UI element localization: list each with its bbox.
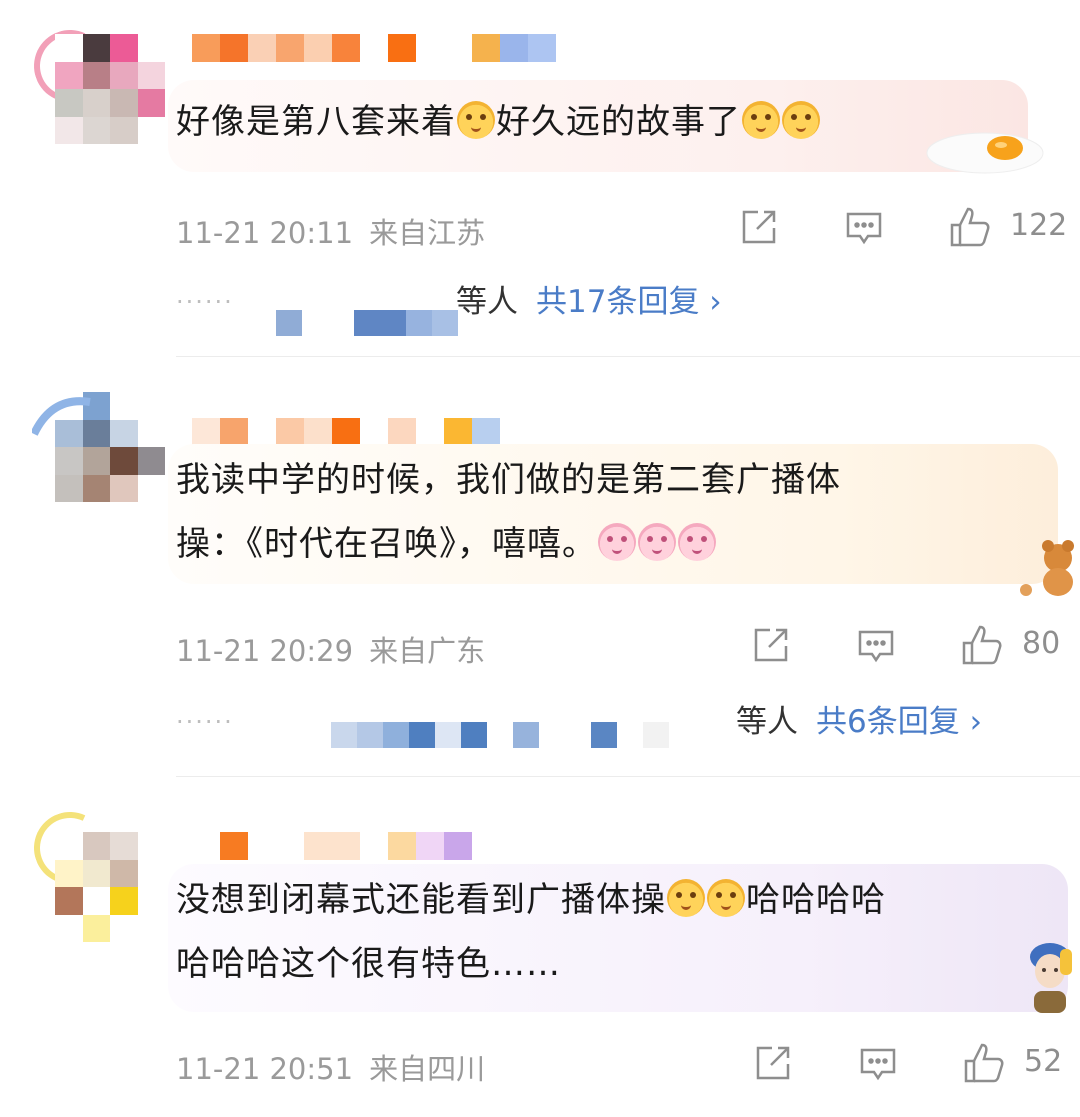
comment-location: 来自四川: [369, 1052, 486, 1086]
avatar[interactable]: [55, 832, 165, 942]
repost-icon[interactable]: [750, 626, 790, 670]
comment-text: 我读中学的时候，我们做的是第二套广播体 操：《时代在召唤》，嘻嘻。: [176, 448, 841, 576]
username-blurred[interactable]: [192, 418, 500, 446]
comment-text-part: 好像是第八套来着: [176, 102, 456, 142]
cat-emoji-icon: [667, 879, 705, 917]
cat-emoji-icon: [782, 101, 820, 139]
cat-emoji-icon: [457, 101, 495, 139]
avatar[interactable]: [55, 34, 165, 144]
reply-dots: ······: [176, 708, 234, 736]
comment-text-line: 没想到闭幕式还能看到广播体操 哈哈哈哈: [176, 868, 886, 932]
reply-users-suffix: 等人: [456, 284, 518, 320]
comment-text: 没想到闭幕式还能看到广播体操 哈哈哈哈 哈哈哈这个很有特色……: [176, 868, 886, 996]
reply-suffix: 等人 共17条回复 ›: [456, 276, 722, 321]
like-icon[interactable]: [960, 623, 1004, 671]
reply-suffix: 等人 共6条回复 ›: [736, 696, 982, 741]
comment-location: 来自广东: [369, 634, 486, 668]
comment-time: 11-21 20:11: [176, 216, 354, 250]
comment-meta: 11-21 20:29 来自广东: [176, 628, 485, 670]
comment-text-line-2: 哈哈哈这个很有特色……: [176, 944, 561, 984]
comment-text-part: 没想到闭幕式还能看到广播体操: [176, 880, 666, 920]
pig-emoji-icon: [598, 523, 636, 561]
reply-summary[interactable]: ······ 等人 共17条回复 ›: [176, 276, 1056, 336]
comment-text-line: 我读中学的时候，我们做的是第二套广播体: [176, 460, 841, 500]
avatar-frame-decoration: [30, 396, 92, 440]
pig-emoji-icon: [678, 523, 716, 561]
teddy-bear-decoration: [1012, 540, 1080, 604]
fried-egg-decoration: [925, 125, 1045, 179]
comment-divider: [176, 776, 1080, 777]
comment-text: 好像是第八套来着 好久远的故事了: [176, 90, 821, 154]
reply-total-link[interactable]: 共17条回复 ›: [536, 284, 722, 320]
username-blurred[interactable]: [192, 34, 556, 62]
reply-summary[interactable]: ······ 等人 共6条回复 ›: [176, 696, 1056, 748]
like-icon[interactable]: [962, 1041, 1006, 1089]
comment-text-part: 哈哈哈哈: [746, 880, 886, 920]
like-count: 52: [1024, 1044, 1063, 1079]
reply-dots: ······: [176, 288, 234, 316]
cat-emoji-icon: [742, 101, 780, 139]
reply-users-suffix: 等人: [736, 704, 798, 740]
comment-time: 11-21 20:51: [176, 1052, 354, 1086]
comment-location: 来自江苏: [369, 216, 486, 250]
like-count: 80: [1022, 626, 1061, 661]
reply-total-link[interactable]: 共6条回复 ›: [816, 704, 982, 740]
comment-text-part: 好久远的故事了: [496, 102, 741, 142]
comment-divider: [176, 356, 1080, 357]
repost-icon[interactable]: [738, 208, 778, 252]
reply-usernames-blurred[interactable]: [331, 722, 669, 748]
reply-usernames-blurred[interactable]: [276, 310, 458, 336]
comment-text-part: 操：《时代在召唤》，嘻嘻。: [176, 524, 597, 564]
cat-emoji-icon: [707, 879, 745, 917]
repost-icon[interactable]: [752, 1044, 792, 1088]
like-count: 122: [1010, 208, 1068, 243]
comment-meta: 11-21 20:11 来自江苏: [176, 210, 485, 252]
comment-icon[interactable]: [844, 208, 884, 252]
comment-text-line-2: 操：《时代在召唤》，嘻嘻。: [176, 512, 841, 576]
comment-icon[interactable]: [856, 626, 896, 670]
comment-time: 11-21 20:29: [176, 634, 354, 668]
girl-with-pearl-decoration: [1020, 935, 1080, 1019]
like-icon[interactable]: [948, 205, 992, 253]
comment-meta: 11-21 20:51 来自四川: [176, 1046, 485, 1088]
comment-icon[interactable]: [858, 1044, 898, 1088]
username-blurred[interactable]: [192, 832, 472, 860]
pig-emoji-icon: [638, 523, 676, 561]
